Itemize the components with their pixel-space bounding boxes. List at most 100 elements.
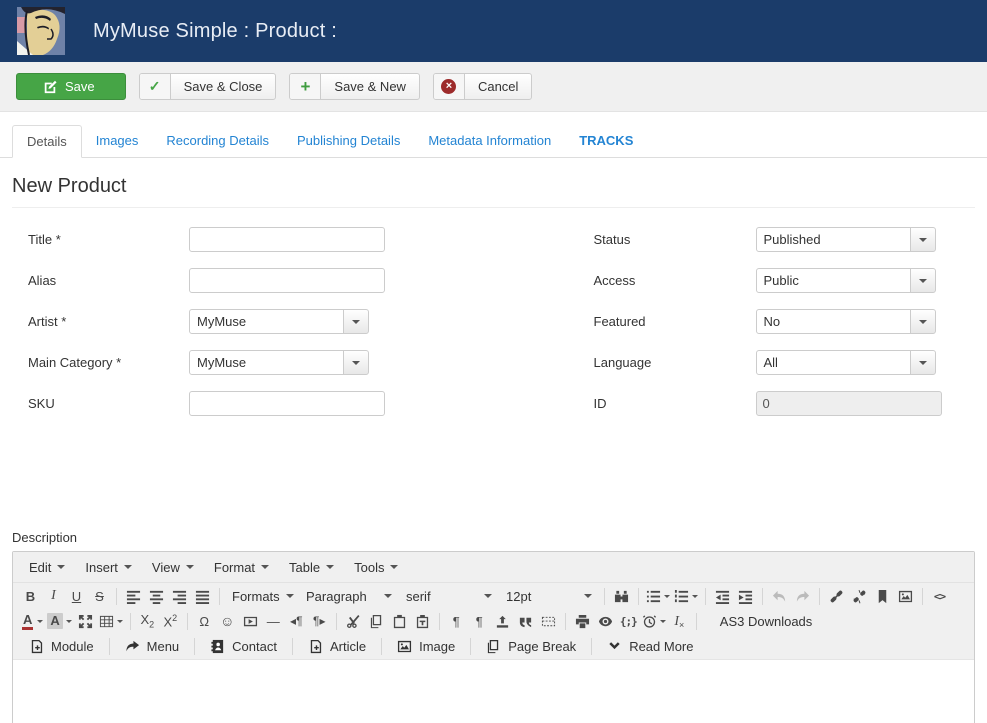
tab-details[interactable]: Details	[12, 125, 82, 158]
copy-icon[interactable]	[365, 610, 388, 632]
align-justify-icon[interactable]	[191, 585, 214, 607]
main-category-select-caret-icon[interactable]	[343, 350, 369, 375]
unlink-icon[interactable]	[848, 585, 871, 607]
tab-publishing-details[interactable]: Publishing Details	[283, 125, 414, 158]
source-code-icon[interactable]: <>	[928, 585, 951, 607]
menu-insert[interactable]: Insert	[75, 554, 142, 581]
insert-image-icon[interactable]	[894, 585, 917, 607]
paste-icon[interactable]	[388, 610, 411, 632]
cancel-button[interactable]: × Cancel	[433, 73, 532, 100]
paragraph-dropdown[interactable]: Paragraph	[299, 585, 399, 607]
featured-select[interactable]: No	[756, 309, 936, 334]
subscript-icon[interactable]: X2	[136, 610, 159, 632]
toolbar-separator	[565, 613, 566, 630]
datetime-icon[interactable]	[640, 610, 668, 632]
emoticon-icon[interactable]: ☺	[216, 610, 239, 632]
paste-text-icon[interactable]	[411, 610, 434, 632]
artist-select-caret-icon[interactable]	[343, 309, 369, 334]
undo-icon[interactable]	[768, 585, 791, 607]
status-select-caret-icon[interactable]	[910, 227, 936, 252]
save-new-button[interactable]: + Save & New	[289, 73, 420, 100]
cut-icon[interactable]	[342, 610, 365, 632]
align-center-icon[interactable]	[145, 585, 168, 607]
read-more-button[interactable]: Read More	[597, 635, 703, 657]
artist-select[interactable]: MyMuse	[189, 309, 369, 334]
table-icon[interactable]	[97, 610, 125, 632]
toolbar-separator	[604, 588, 605, 605]
visual-blocks-icon[interactable]	[537, 610, 560, 632]
page-break-button[interactable]: Page Break	[476, 635, 586, 657]
menu-format[interactable]: Format	[204, 554, 279, 581]
save-close-button[interactable]: ✓ Save & Close	[139, 73, 277, 100]
menu-view[interactable]: View	[142, 554, 204, 581]
title-input[interactable]	[189, 227, 385, 252]
menu-tools[interactable]: Tools	[344, 554, 408, 581]
backcolor-icon[interactable]: A	[45, 610, 73, 632]
fontsize-dropdown[interactable]: 12pt	[499, 585, 599, 607]
featured-select-caret-icon[interactable]	[910, 309, 936, 334]
code-sample-icon[interactable]: {;}	[617, 610, 640, 632]
special-char-icon[interactable]: Ω	[193, 610, 216, 632]
template-icon[interactable]	[491, 610, 514, 632]
media-icon[interactable]	[239, 610, 262, 632]
insert-image-button[interactable]: Image	[387, 635, 465, 657]
find-replace-icon[interactable]	[610, 585, 633, 607]
tab-images[interactable]: Images	[82, 125, 153, 158]
access-select[interactable]: Public	[756, 268, 936, 293]
alias-input[interactable]	[189, 268, 385, 293]
horizontal-rule-icon[interactable]: —	[262, 610, 285, 632]
show-blocks-icon[interactable]: ¶	[468, 610, 491, 632]
menu-table[interactable]: Table	[279, 554, 344, 581]
ordered-list-icon[interactable]	[672, 585, 700, 607]
visual-chars-icon[interactable]: ¶	[445, 610, 468, 632]
tab-recording-details[interactable]: Recording Details	[152, 125, 283, 158]
superscript-icon[interactable]: X2	[159, 610, 182, 632]
sku-input[interactable]	[189, 391, 385, 416]
indent-icon[interactable]	[734, 585, 757, 607]
as3-downloads-button[interactable]: AS3 Downloads	[702, 614, 831, 629]
ltr-icon[interactable]: ◂¶	[285, 610, 308, 632]
link-icon[interactable]	[825, 585, 848, 607]
access-select-caret-icon[interactable]	[910, 268, 936, 293]
toolbar-separator	[591, 638, 592, 655]
form-row-id: ID	[494, 391, 987, 416]
print-icon[interactable]	[571, 610, 594, 632]
menu-button[interactable]: Menu	[115, 635, 190, 657]
blockquote-icon[interactable]	[514, 610, 537, 632]
toolbar-separator	[381, 638, 382, 655]
toolbar-separator	[109, 638, 110, 655]
article-button[interactable]: Article	[298, 635, 376, 657]
menu-edit[interactable]: Edit	[19, 554, 75, 581]
italic-icon[interactable]: I	[42, 585, 65, 607]
remove-format-icon[interactable]: I×	[668, 610, 691, 632]
language-select-caret-icon[interactable]	[910, 350, 936, 375]
contact-button[interactable]: Contact	[200, 635, 287, 657]
module-button[interactable]: Module	[19, 635, 104, 657]
product-details-form: Title * Alias Artist * MyMuse Main Categ…	[0, 227, 987, 432]
preview-icon[interactable]	[594, 610, 617, 632]
save-button[interactable]: Save	[16, 73, 126, 100]
cancel-icon: ×	[434, 74, 465, 99]
status-select[interactable]: Published	[756, 227, 936, 252]
align-left-icon[interactable]	[122, 585, 145, 607]
fontfamily-dropdown[interactable]: serif	[399, 585, 499, 607]
formats-dropdown[interactable]: Formats	[225, 585, 299, 607]
align-right-icon[interactable]	[168, 585, 191, 607]
save-pencil-icon	[17, 74, 57, 99]
rtl-icon[interactable]: ¶▸	[308, 610, 331, 632]
unordered-list-icon[interactable]	[644, 585, 672, 607]
editor-content-area[interactable]	[13, 659, 974, 723]
form-row-access: Access Public	[494, 268, 987, 293]
tab-metadata-information[interactable]: Metadata Information	[414, 125, 565, 158]
language-select[interactable]: All	[756, 350, 936, 375]
main-category-select[interactable]: MyMuse	[189, 350, 369, 375]
underline-icon[interactable]: U	[65, 585, 88, 607]
redo-icon[interactable]	[791, 585, 814, 607]
bold-icon[interactable]: B	[19, 585, 42, 607]
forecolor-icon[interactable]: A	[19, 610, 45, 632]
strikethrough-icon[interactable]: S	[88, 585, 111, 607]
fullscreen-icon[interactable]	[74, 610, 97, 632]
outdent-icon[interactable]	[711, 585, 734, 607]
anchor-icon[interactable]	[871, 585, 894, 607]
tab-tracks[interactable]: TRACKS	[565, 125, 647, 158]
